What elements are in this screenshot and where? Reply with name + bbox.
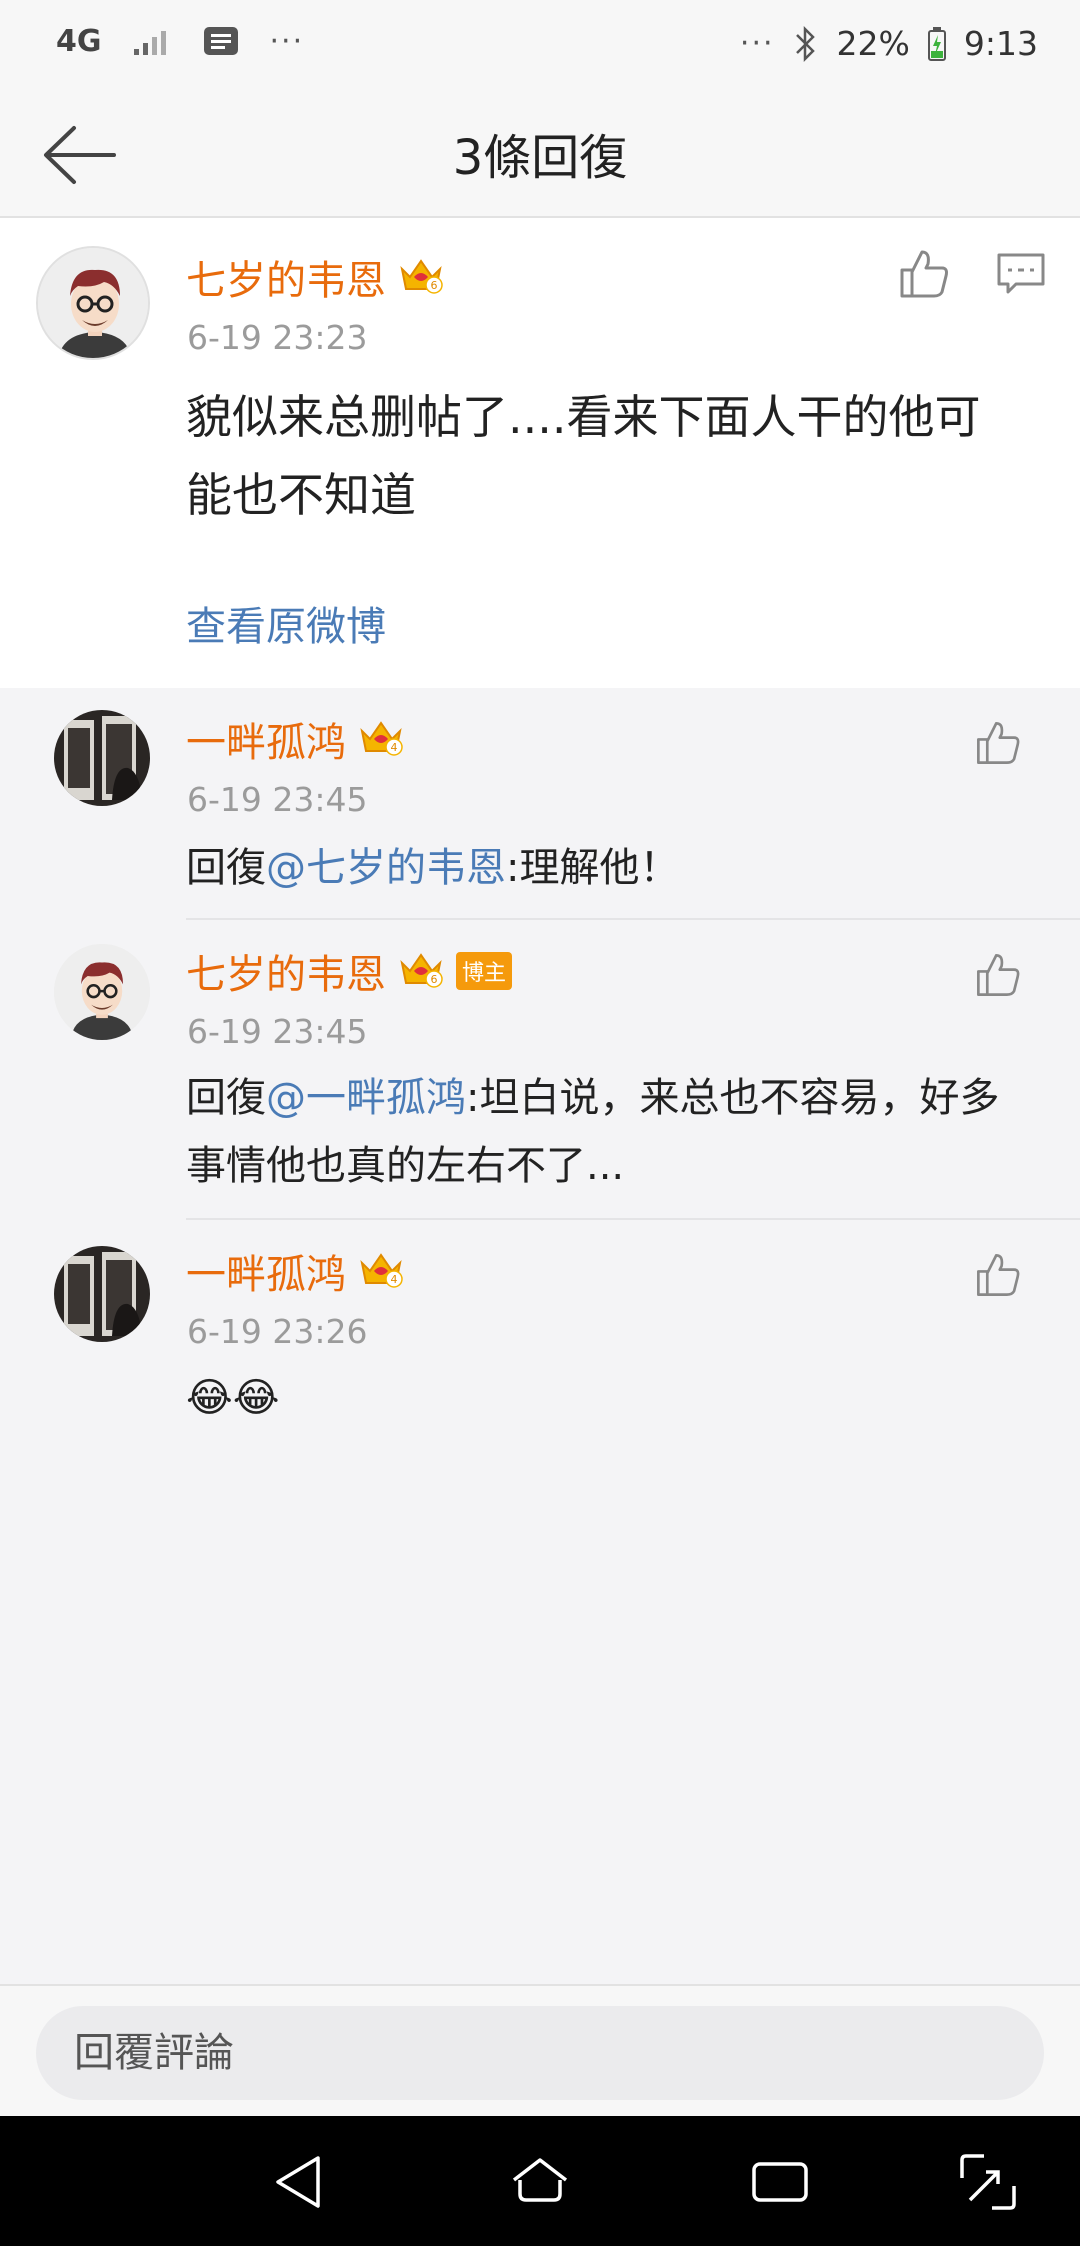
avatar[interactable]: [54, 1246, 150, 1342]
clock: 9:13: [963, 24, 1038, 63]
reply-text: 回復@一畔孤鸿:坦白说，来总也不容易，好多事情他也真的左右不了...: [186, 1064, 1026, 1200]
svg-text:4: 4: [391, 1273, 398, 1286]
reply-item: 一畔孤鸿 4 6-19 23:26 😂😂: [0, 1220, 1080, 1450]
timestamp: 6-19 23:23: [187, 318, 368, 357]
recents-icon: [752, 2162, 808, 2202]
reply-input[interactable]: 回覆評論: [36, 2006, 1044, 2100]
svg-text:6: 6: [431, 973, 438, 986]
timestamp: 6-19 23:45: [187, 1012, 368, 1051]
timestamp: 6-19 23:26: [187, 1312, 368, 1351]
author-badge: 博主: [456, 952, 513, 990]
reply-item: 七岁的韦恩 6 博主 6-19 23:45 回復@一畔孤鸿:坦白说，来总也不容易…: [0, 920, 1080, 1220]
reply-emoji: 😂😂: [186, 1375, 280, 1421]
svg-text:6: 6: [431, 279, 438, 292]
more-notifications: ···: [269, 24, 305, 59]
comment-icon: [997, 253, 1045, 294]
username[interactable]: 七岁的韦恩: [186, 942, 386, 1000]
nav-bar: 3條回復: [0, 92, 1080, 218]
reply-text: 回復@七岁的韦恩:理解他！: [186, 834, 1026, 902]
reply-prefix: 回復: [186, 1075, 266, 1121]
home-icon: [512, 2158, 568, 2202]
like-button[interactable]: [972, 718, 1024, 768]
nav-back-button[interactable]: [268, 2150, 332, 2214]
avatar-cartoon-icon: [54, 944, 150, 1040]
avatar-photo-icon: [54, 1246, 150, 1342]
avatar[interactable]: [54, 710, 150, 806]
username[interactable]: 七岁的韦恩: [186, 248, 386, 306]
comment-text: 貌似来总删帖了....看来下面人干的他可能也不知道: [186, 390, 981, 522]
battery-percent: 22%: [836, 24, 910, 63]
nav-home-button[interactable]: [508, 2150, 572, 2214]
page-title: 3條回復: [452, 130, 628, 186]
main-comment: 七岁的韦恩 6 6-19 23:23 貌似来总删帖了....看来下面人干的他可能…: [0, 218, 1080, 688]
thumbs-up-icon: [977, 1254, 1020, 1296]
vip-crown-icon: 6: [398, 949, 444, 993]
network-type: 4G: [56, 24, 102, 59]
mention-link[interactable]: @一畔孤鸿: [266, 1075, 466, 1121]
svg-text:4: 4: [391, 741, 398, 754]
battery-icon: [927, 26, 946, 61]
username[interactable]: 一畔孤鸿: [186, 1242, 346, 1300]
nav-recents-button[interactable]: [748, 2150, 812, 2214]
like-button[interactable]: [972, 1250, 1024, 1300]
avatar[interactable]: [36, 246, 150, 360]
username[interactable]: 一畔孤鸿: [186, 710, 346, 768]
like-button[interactable]: [972, 950, 1024, 1000]
thumbs-up-icon: [977, 954, 1020, 996]
expand-icon: [960, 2154, 1016, 2210]
message-icon: [203, 26, 238, 55]
system-nav-bar: [0, 2116, 1080, 2246]
nav-expand-button[interactable]: [956, 2150, 1020, 2214]
like-button[interactable]: [896, 246, 952, 302]
avatar-cartoon-icon: [38, 248, 148, 358]
triangle-back-icon: [276, 2156, 320, 2208]
reply-bar: 回覆評論: [0, 1984, 1080, 2116]
view-original-post-link[interactable]: 查看原微博: [186, 594, 386, 652]
bluetooth-icon: [795, 25, 815, 62]
avatar-photo-icon: [54, 710, 150, 806]
reply-prefix: 回復: [186, 845, 266, 891]
thumbs-up-icon: [977, 722, 1020, 764]
mention-link[interactable]: @七岁的韦恩: [266, 845, 506, 891]
more-status: ···: [739, 26, 775, 61]
vip-crown-icon: 4: [358, 717, 404, 761]
comment-button[interactable]: [996, 252, 1046, 296]
reply-item: 一畔孤鸿 4 6-19 23:45 回復@七岁的韦恩:理解他！: [0, 688, 1080, 920]
status-bar: 4G ··· ··· 22% 9:13: [0, 0, 1080, 92]
vip-crown-icon: 6: [398, 255, 444, 299]
reply-body: :理解他！: [506, 845, 680, 891]
signal-icon: [133, 30, 166, 55]
timestamp: 6-19 23:45: [187, 780, 368, 819]
avatar[interactable]: [54, 944, 150, 1040]
vip-crown-icon: 4: [358, 1249, 404, 1293]
thumbs-up-icon: [900, 250, 948, 298]
